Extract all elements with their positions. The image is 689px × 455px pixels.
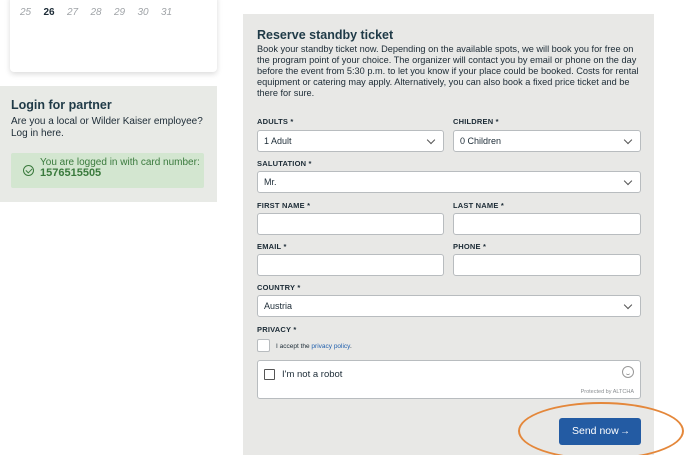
firstname-input[interactable]	[257, 213, 444, 235]
chevron-down-icon	[426, 135, 436, 145]
reserve-description: Book your standby ticket now. Depending …	[257, 44, 639, 98]
highlight-annotation	[518, 402, 684, 455]
login-title: Login for partner	[11, 98, 112, 112]
email-input[interactable]	[257, 254, 444, 276]
calendar-week-row: 25 26 27 28 29 30 31	[20, 7, 185, 18]
adults-value: 1 Adult	[264, 136, 292, 146]
lastname-input[interactable]	[453, 213, 641, 235]
privacy-checkbox[interactable]	[257, 339, 270, 352]
status-text: You are logged in with card number: 1576…	[40, 157, 200, 179]
reserve-panel: Reserve standby ticket Book your standby…	[243, 14, 654, 455]
partner-login-box: Login for partner Are you a local or Wil…	[0, 86, 217, 202]
card-number: 1576515505	[40, 167, 102, 179]
chevron-down-icon	[623, 135, 633, 145]
privacy-policy-link[interactable]: privacy policy	[311, 343, 350, 350]
privacy-text: I accept the privacy policy.	[276, 343, 352, 350]
check-circle-icon	[23, 165, 34, 176]
chevron-down-icon	[623, 300, 633, 310]
captcha-protected-text: Protected by ALTCHA	[580, 389, 634, 395]
salutation-value: Mr.	[264, 177, 277, 187]
lastname-label: LAST NAME *	[453, 201, 504, 210]
calendar-day: 30	[137, 7, 149, 18]
salutation-label: SALUTATION *	[257, 159, 312, 168]
email-label: EMAIL *	[257, 242, 287, 251]
altcha-logo-icon	[622, 366, 634, 378]
calendar-day-active[interactable]: 26	[44, 7, 68, 18]
adults-select[interactable]: 1 Adult	[257, 130, 444, 152]
calendar-day: 31	[161, 7, 173, 18]
reserve-title: Reserve standby ticket	[257, 28, 394, 42]
privacy-suffix: .	[349, 343, 352, 350]
captcha-checkbox[interactable]	[264, 369, 275, 380]
chevron-down-icon	[623, 176, 633, 186]
calendar-day: 25	[20, 7, 32, 18]
children-select[interactable]: 0 Children	[453, 130, 641, 152]
adults-label: ADULTS *	[257, 117, 294, 126]
phone-input[interactable]	[453, 254, 641, 276]
calendar-day: 28	[90, 7, 102, 18]
login-status-message: You are logged in with card number: 1576…	[11, 153, 204, 188]
children-value: 0 Children	[460, 136, 502, 146]
children-label: CHILDREN *	[453, 117, 499, 126]
captcha-widget: I'm not a robot Protected by ALTCHA	[257, 360, 641, 399]
captcha-label: I'm not a robot	[282, 369, 343, 380]
login-text: Are you a local or Wilder Kaiser employe…	[11, 116, 203, 139]
calendar-day: 27	[67, 7, 79, 18]
firstname-label: FIRST NAME *	[257, 201, 311, 210]
calendar-day: 29	[114, 7, 126, 18]
salutation-select[interactable]: Mr.	[257, 171, 641, 193]
country-value: Austria	[264, 301, 293, 311]
calendar-card: 25 26 27 28 29 30 31	[10, 0, 217, 72]
country-select[interactable]: Austria	[257, 295, 641, 317]
phone-label: PHONE *	[453, 242, 487, 251]
country-label: COUNTRY *	[257, 283, 301, 292]
privacy-label: PRIVACY *	[257, 325, 297, 334]
privacy-prefix: I accept the	[276, 343, 312, 350]
